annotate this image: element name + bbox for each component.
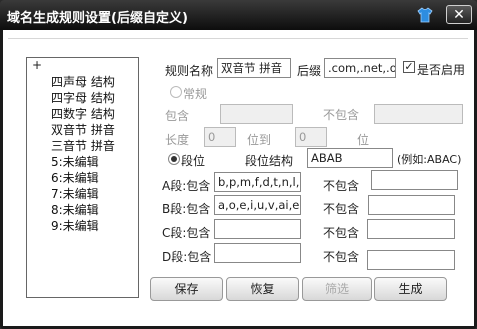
segment-c-exclude-label: 不包含: [323, 226, 360, 240]
unit-label: 位: [357, 133, 370, 147]
tree-item-3[interactable]: 四数字 结构: [51, 105, 115, 122]
segment-b-exclude-label: 不包含: [323, 202, 360, 216]
segment-a-include-input[interactable]: b,p,m,f,d,t,n,l,g: [214, 172, 301, 192]
tree-item-2[interactable]: 四字母 结构: [51, 89, 115, 106]
segment-d-exclude-input[interactable]: [367, 250, 455, 270]
segment-c-include-input[interactable]: [214, 219, 301, 239]
example-label: (例如:ABAC): [397, 153, 462, 166]
tree-item-4[interactable]: 双音节 拼音: [51, 121, 115, 138]
normal-radio[interactable]: [170, 86, 182, 98]
settings-window: 域名生成规则设置(后缀自定义) ✕ + 四声母 结构 四字母 结构 四数字 结构…: [0, 0, 477, 329]
segment-c-include-label: C段:包含: [162, 226, 211, 240]
to-label: 位到: [247, 133, 272, 147]
segment-b-include-input[interactable]: a,o,e,i,u,v,ai,ei,: [214, 195, 301, 215]
close-button[interactable]: ✕: [446, 5, 472, 24]
restore-button[interactable]: 恢复: [226, 277, 299, 301]
save-button[interactable]: 保存: [150, 277, 223, 301]
segment-b-exclude-input[interactable]: [368, 195, 455, 215]
filter-button[interactable]: 筛选: [302, 277, 372, 301]
window-title: 域名生成规则设置(后缀自定义): [7, 11, 188, 26]
segment-a-exclude-label: 不包含: [323, 179, 360, 193]
normal-label: 常规: [183, 87, 208, 101]
tree-item-1[interactable]: 四声母 结构: [51, 73, 115, 90]
include-label: 包含: [165, 109, 190, 123]
exclude-label: 不包含: [323, 108, 360, 122]
divider: [8, 38, 468, 39]
segment-c-exclude-input[interactable]: [367, 219, 455, 239]
segment-a-include-label: A段:包含: [162, 179, 211, 193]
include-input[interactable]: [220, 104, 293, 124]
tree-item-10[interactable]: 9:未编辑: [51, 217, 99, 234]
segment-b-include-label: B段:包含: [162, 202, 211, 216]
length-from-input[interactable]: 0: [204, 127, 236, 147]
tree-item-7[interactable]: 6:未编辑: [51, 169, 99, 186]
rule-name-input[interactable]: 双音节 拼音: [217, 58, 291, 78]
segment-label: 段位: [181, 154, 206, 168]
suffix-label: 后缀: [297, 64, 322, 78]
tree-item-8[interactable]: 7:未编辑: [51, 185, 99, 202]
segment-d-exclude-label: 不包含: [323, 250, 360, 264]
suffix-input[interactable]: .com,.net,.or: [324, 58, 396, 78]
exclude-input[interactable]: [374, 104, 463, 124]
segment-structure-label: 段位结构: [245, 154, 294, 168]
enable-label: 是否启用: [417, 63, 466, 77]
tree-root-expander[interactable]: +: [32, 58, 42, 72]
generate-button[interactable]: 生成: [374, 277, 447, 301]
tree-item-9[interactable]: 8:未编辑: [51, 201, 99, 218]
rule-tree[interactable]: + 四声母 结构 四字母 结构 四数字 结构 双音节 拼音 三音节 拼音 5:未…: [26, 57, 139, 298]
enable-checkbox[interactable]: ✓: [403, 61, 415, 73]
segment-radio[interactable]: [168, 153, 180, 165]
length-to-input[interactable]: 0: [295, 127, 327, 147]
skin-shirt-icon[interactable]: [417, 7, 433, 23]
segment-d-include-label: D段:包含: [162, 250, 212, 264]
close-icon: ✕: [453, 7, 465, 23]
length-label: 长度: [165, 133, 190, 147]
segment-a-exclude-input[interactable]: [371, 170, 458, 190]
tree-item-6[interactable]: 5:未编辑: [51, 153, 99, 170]
rule-name-label: 规则名称: [165, 64, 214, 78]
tree-item-5[interactable]: 三音节 拼音: [51, 137, 115, 154]
title-bar[interactable]: 域名生成规则设置(后缀自定义) ✕: [0, 0, 477, 30]
segment-d-include-input[interactable]: [214, 243, 301, 263]
check-icon: ✓: [404, 60, 414, 73]
segment-structure-input[interactable]: ABAB: [307, 148, 393, 168]
